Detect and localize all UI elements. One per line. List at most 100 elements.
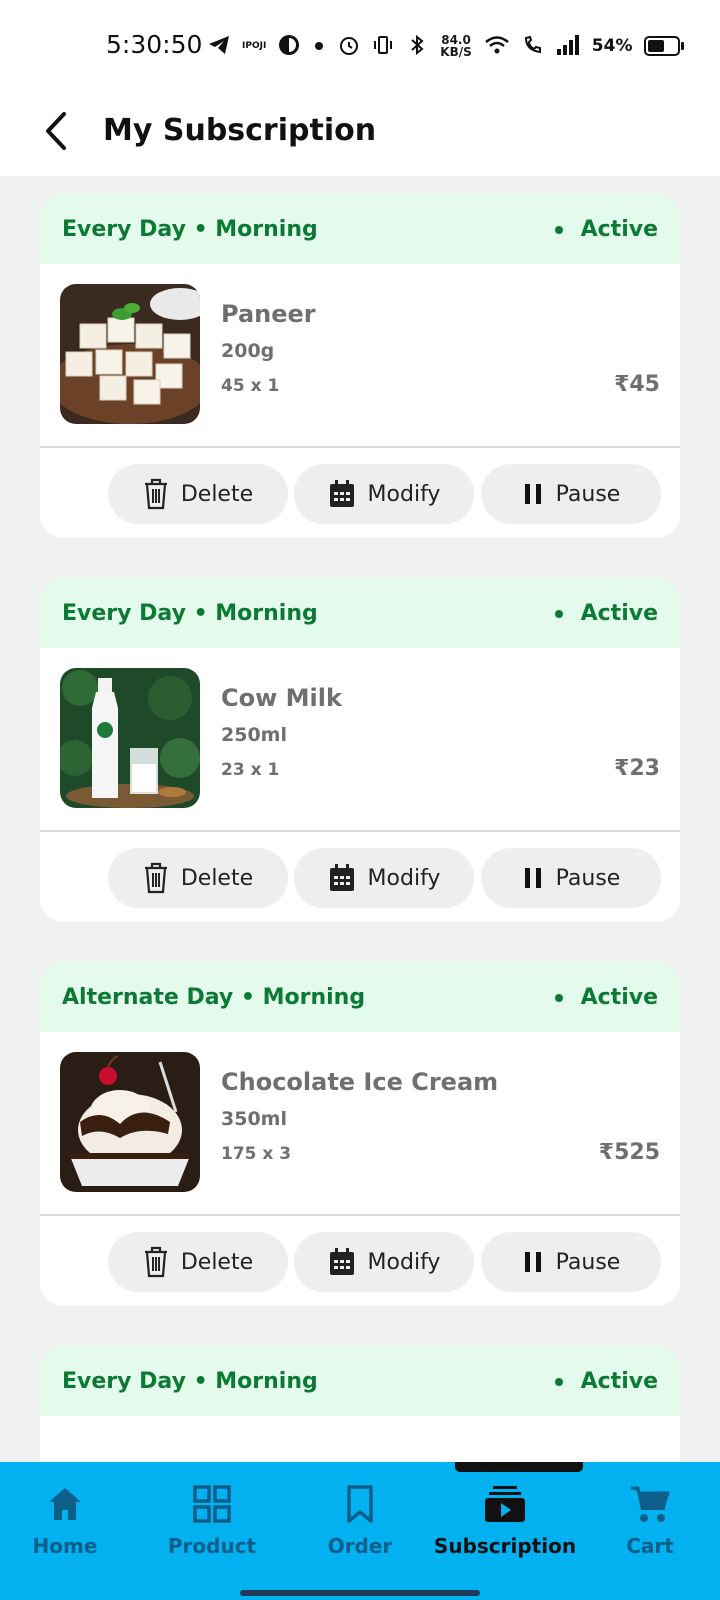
gesture-home-bar[interactable]: [240, 1590, 480, 1596]
status-label: Active: [580, 984, 658, 1010]
modify-button[interactable]: Modify: [294, 464, 474, 524]
delete-label: Delete: [180, 481, 254, 507]
product-size: 200g: [221, 340, 275, 362]
wifi-call-icon: [522, 34, 544, 59]
nav-label: Home: [32, 1534, 98, 1558]
telegram-icon: [208, 35, 230, 58]
status-badge: Active: [554, 984, 658, 1010]
delete-button[interactable]: Delete: [108, 464, 288, 524]
nav-label: Product: [167, 1534, 257, 1558]
product-image-cow-milk: [60, 668, 200, 808]
nav-label: Cart: [626, 1534, 674, 1558]
app-bar: My Subscription: [0, 88, 720, 176]
product-size: 350ml: [221, 1108, 287, 1130]
vpn-icon: [278, 34, 300, 59]
nav-home[interactable]: Home: [0, 1484, 130, 1570]
modify-label: Modify: [367, 481, 441, 507]
product-image-chocolate-ice-cream: [60, 1052, 200, 1192]
status-badge: Active: [554, 1368, 658, 1394]
pause-button[interactable]: Pause: [481, 1232, 661, 1292]
battery-level: [648, 40, 664, 52]
subscription-list[interactable]: Every Day • Morning Active Paneer 200g 4…: [0, 176, 720, 1462]
pause-button[interactable]: Pause: [481, 464, 661, 524]
modify-button[interactable]: Modify: [294, 848, 474, 908]
grid-icon: [193, 1485, 231, 1523]
status-dot: [554, 225, 563, 234]
pause-icon: [524, 1252, 541, 1272]
wifi-icon: [484, 34, 510, 59]
signal-icon: [556, 34, 580, 58]
back-button[interactable]: [38, 106, 78, 156]
pause-label: Pause: [555, 865, 621, 891]
carrier-tag: IPOJI: [242, 40, 267, 51]
card-header: Every Day • Morning Active: [40, 578, 680, 648]
status-label: Active: [580, 216, 658, 242]
delete-button[interactable]: Delete: [108, 1232, 288, 1292]
status-time: 5:30:50: [106, 30, 203, 59]
card-header: Every Day • Morning Active: [40, 1346, 680, 1416]
back-arrow-icon: [46, 112, 66, 150]
product-name: Chocolate Ice Cream: [221, 1068, 499, 1096]
card-header: Every Day • Morning Active: [40, 194, 680, 264]
product-size: 250ml: [221, 724, 287, 746]
network-speed: 84.0 KB/S: [440, 34, 471, 58]
card-header: Alternate Day • Morning Active: [40, 962, 680, 1032]
modify-label: Modify: [367, 1249, 441, 1275]
product-name: Cow Milk: [221, 684, 342, 712]
net-speed-unit: KB/S: [440, 45, 472, 59]
status-dot: [554, 993, 563, 1002]
delete-label: Delete: [180, 1249, 254, 1275]
pause-icon: [524, 868, 541, 888]
nav-cart[interactable]: Cart: [585, 1484, 715, 1570]
card-body: Chocolate Ice Cream 350ml 175 x 3 ₹525: [40, 1032, 680, 1216]
status-dot: [554, 1377, 563, 1386]
nav-order[interactable]: Order: [295, 1484, 425, 1570]
subscription-card: Every Day • Morning Active: [40, 578, 680, 922]
status-dot: [554, 609, 563, 618]
product-quantity: 175 x 3: [221, 1144, 292, 1164]
calendar-icon: [329, 480, 354, 507]
bluetooth-icon: [406, 34, 428, 59]
nav-subscription[interactable]: Subscription: [434, 1484, 576, 1570]
nav-label: Order: [327, 1534, 393, 1558]
product-price: ₹525: [598, 1140, 660, 1165]
trash-icon: [144, 1246, 167, 1278]
product-price: ₹23: [614, 756, 660, 781]
battery-percent: 54%: [591, 36, 633, 56]
status-badge: Active: [554, 216, 658, 242]
subscription-card: Every Day • Morning Active: [40, 1346, 680, 1462]
modify-button[interactable]: Modify: [294, 1232, 474, 1292]
card-body: Cow Milk 250ml 23 x 1 ₹23: [40, 648, 680, 832]
bookmark-icon: [347, 1485, 373, 1523]
delete-button[interactable]: Delete: [108, 848, 288, 908]
card-actions: Delete Modify Pause: [40, 832, 680, 922]
bottom-nav: Home Product Order Subscription Cart: [0, 1462, 720, 1600]
subscription-card: Every Day • Morning Active: [40, 194, 680, 538]
schedule-label: Every Day • Morning: [62, 216, 318, 242]
status-label: Active: [580, 1368, 658, 1394]
product-price: ₹45: [614, 372, 660, 397]
status-icons: IPOJI 84.0 KB/S 54%: [208, 30, 685, 62]
alarm-icon: [338, 34, 360, 59]
status-bar: 5:30:50 IPOJI 84.0 KB/S 54%: [0, 0, 720, 88]
schedule-label: Every Day • Morning: [62, 1368, 318, 1394]
cart-icon: [631, 1486, 670, 1522]
page-title: My Subscription: [103, 113, 377, 148]
vibrate-icon: [372, 34, 394, 59]
calendar-icon: [329, 864, 354, 891]
pause-button[interactable]: Pause: [481, 848, 661, 908]
trash-icon: [144, 862, 167, 894]
trash-icon: [144, 478, 167, 510]
pause-label: Pause: [555, 1249, 621, 1275]
nav-product[interactable]: Product: [147, 1484, 277, 1570]
schedule-label: Every Day • Morning: [62, 600, 318, 626]
card-body: Paneer 200g 45 x 1 ₹45: [40, 264, 680, 448]
status-label: Active: [580, 600, 658, 626]
product-name: Paneer: [221, 300, 316, 328]
status-badge: Active: [554, 600, 658, 626]
card-actions: Delete Modify Pause: [40, 448, 680, 538]
dot-icon: [312, 36, 326, 56]
subscription-card: Alternate Day • Morning Active Chocolate…: [40, 962, 680, 1306]
product-quantity: 45 x 1: [221, 376, 280, 396]
product-image-paneer: [60, 284, 200, 424]
